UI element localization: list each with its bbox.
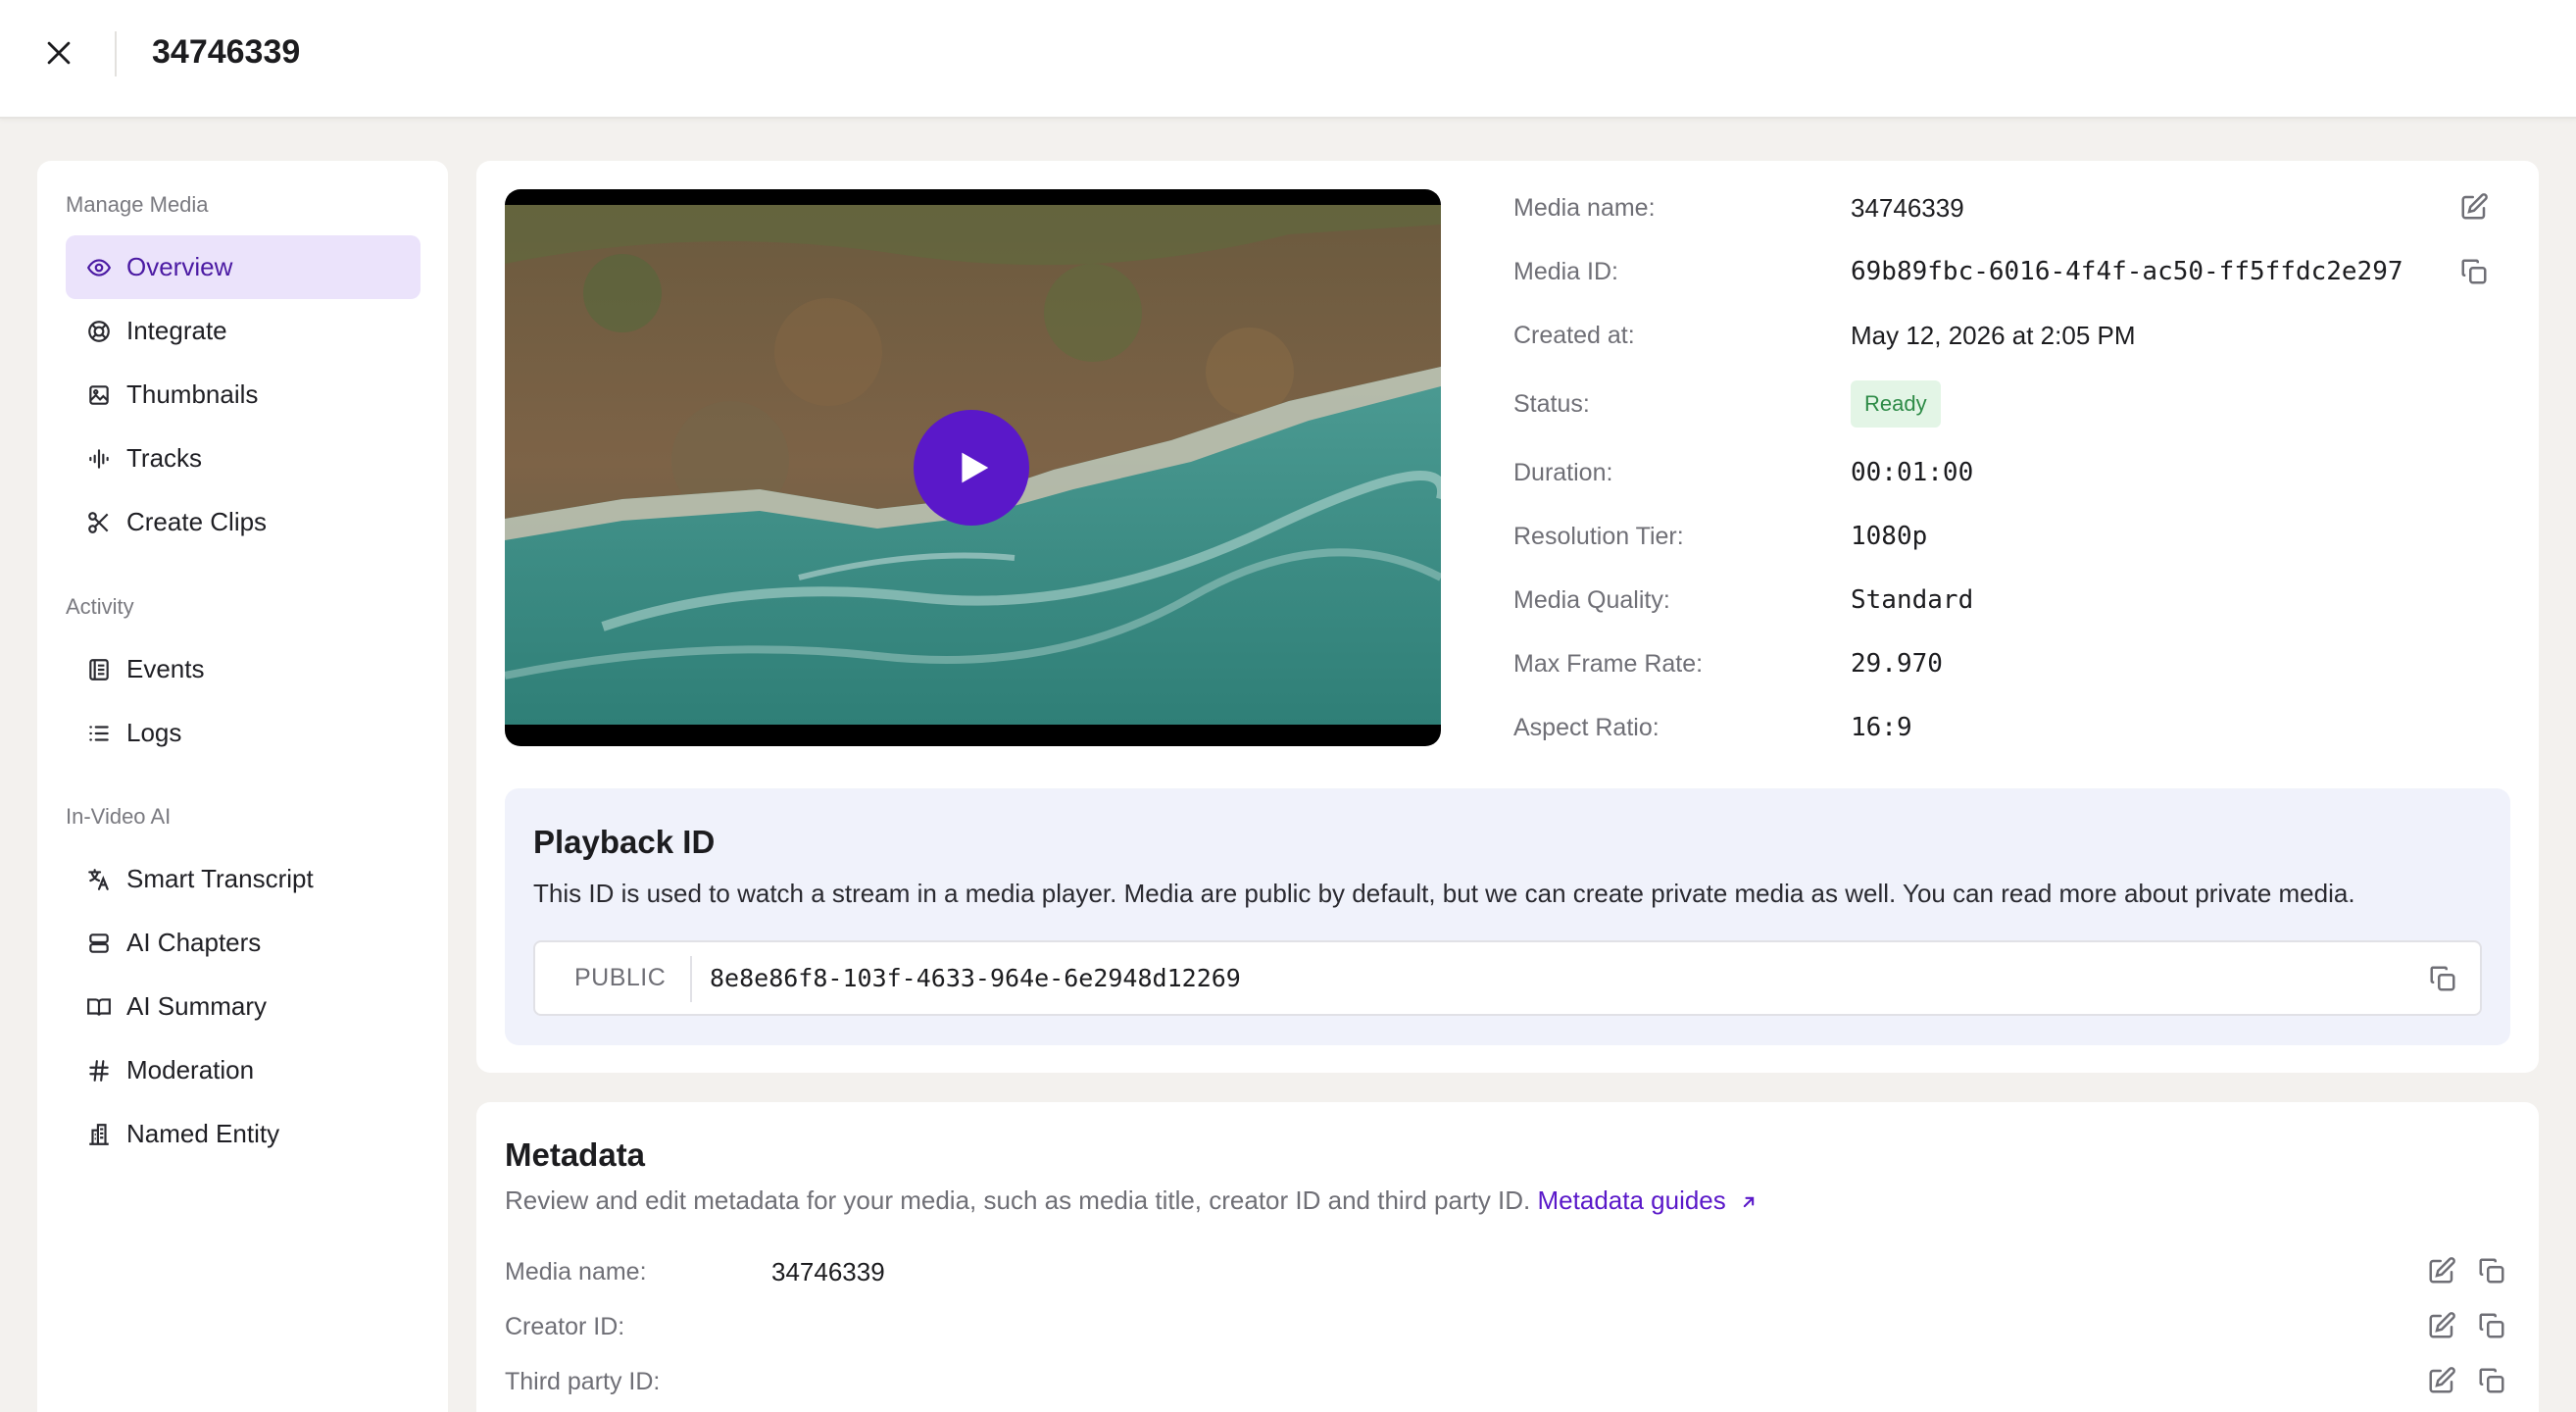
play-button[interactable] bbox=[914, 410, 1029, 526]
playback-id-value[interactable]: 8e8e86f8-103f-4633-964e-6e2948d12269 bbox=[710, 964, 1241, 992]
created-at-value: May 12, 2026 at 2:05 PM bbox=[1851, 321, 2136, 350]
copy-playback-id-button[interactable] bbox=[2425, 961, 2460, 996]
book-icon bbox=[85, 993, 113, 1021]
edit-media-name-button[interactable] bbox=[2456, 189, 2492, 225]
duration-label: Duration: bbox=[1513, 459, 1613, 486]
sidebar-item-thumbnails[interactable]: Thumbnails bbox=[66, 363, 421, 427]
metadata-title: Metadata bbox=[505, 1136, 646, 1173]
edit-creator-id-button[interactable] bbox=[2424, 1308, 2459, 1343]
sidebar-item-label: Events bbox=[126, 654, 205, 683]
external-arrow-icon bbox=[1743, 1196, 1755, 1208]
sidebar-item-named-entity[interactable]: Named Entity bbox=[66, 1102, 421, 1166]
sidebar-item-label: AI Chapters bbox=[126, 928, 262, 957]
sidebar: Manage Media Overview Integrate Thumbnai… bbox=[37, 161, 448, 1412]
sidebar-item-moderation[interactable]: Moderation bbox=[66, 1038, 421, 1102]
sidebar-item-label: Integrate bbox=[126, 316, 227, 345]
resolution-tier-label: Resolution Tier: bbox=[1513, 523, 1684, 550]
sidebar-item-ai-summary[interactable]: AI Summary bbox=[66, 975, 421, 1038]
section-label-in-video-ai: In-Video AI bbox=[66, 804, 172, 829]
sidebar-item-label: Logs bbox=[126, 718, 182, 747]
metadata-description: Review and edit metadata for your media,… bbox=[505, 1185, 1759, 1216]
copy-icon bbox=[2430, 966, 2455, 991]
hash-icon bbox=[85, 1057, 113, 1084]
sidebar-item-create-clips[interactable]: Create Clips bbox=[66, 490, 421, 554]
metadata-third-party-id-label: Third party ID: bbox=[505, 1368, 661, 1395]
edit-icon bbox=[2429, 1367, 2455, 1393]
playback-id-field: PUBLIC 8e8e86f8-103f-4633-964e-6e2948d12… bbox=[533, 940, 2482, 1016]
metadata-guides-link-label: Metadata guides bbox=[1537, 1185, 1726, 1215]
edit-metadata-media-name-button[interactable] bbox=[2424, 1253, 2459, 1288]
playback-id-title: Playback ID bbox=[533, 824, 716, 860]
status-badge: Ready bbox=[1851, 380, 1941, 428]
sidebar-item-label: Tracks bbox=[126, 443, 203, 473]
translate-icon bbox=[85, 866, 113, 893]
media-quality-value: Standard bbox=[1851, 585, 1974, 615]
copy-media-id-button[interactable] bbox=[2456, 254, 2492, 289]
playback-policy-label: PUBLIC bbox=[574, 964, 667, 991]
metadata-guides-link[interactable]: Metadata guides bbox=[1538, 1185, 1759, 1215]
copy-icon bbox=[2479, 1258, 2504, 1284]
section-label-manage-media: Manage Media bbox=[66, 192, 209, 217]
sidebar-item-label: Overview bbox=[126, 252, 233, 281]
copy-icon bbox=[2479, 1313, 2504, 1338]
sidebar-item-label: Named Entity bbox=[126, 1119, 280, 1148]
playback-id-description: This ID is used to watch a stream in a m… bbox=[533, 879, 2355, 908]
media-name-label: Media name: bbox=[1513, 194, 1656, 222]
ledger-icon bbox=[85, 656, 113, 683]
edit-icon bbox=[2429, 1312, 2455, 1338]
copy-creator-id-button[interactable] bbox=[2474, 1308, 2509, 1343]
eye-icon bbox=[85, 254, 113, 281]
scissors-icon bbox=[85, 509, 113, 536]
sidebar-item-smart-transcript[interactable]: Smart Transcript bbox=[66, 847, 421, 911]
copy-icon bbox=[2479, 1368, 2504, 1393]
page-title: 34746339 bbox=[152, 33, 301, 71]
metadata-description-text: Review and edit metadata for your media,… bbox=[505, 1185, 1531, 1215]
building-icon bbox=[85, 1121, 113, 1148]
sidebar-item-overview[interactable]: Overview bbox=[66, 235, 421, 299]
edit-icon bbox=[2429, 1257, 2455, 1284]
sidebar-item-label: Moderation bbox=[126, 1055, 255, 1084]
play-icon bbox=[962, 452, 989, 483]
copy-third-party-id-button[interactable] bbox=[2474, 1363, 2509, 1398]
sidebar-item-label: AI Summary bbox=[126, 991, 268, 1021]
sidebar-item-label: Create Clips bbox=[126, 507, 268, 536]
edit-third-party-id-button[interactable] bbox=[2424, 1363, 2459, 1398]
lifebuoy-icon bbox=[85, 318, 113, 345]
close-icon bbox=[47, 41, 71, 65]
close-button[interactable] bbox=[35, 29, 82, 76]
stack-icon bbox=[85, 930, 113, 957]
aspect-ratio-label: Aspect Ratio: bbox=[1513, 714, 1660, 741]
sidebar-item-integrate[interactable]: Integrate bbox=[66, 299, 421, 363]
sidebar-item-ai-chapters[interactable]: AI Chapters bbox=[66, 911, 421, 975]
media-name-value: 34746339 bbox=[1851, 193, 1964, 223]
media-id-value: 69b89fbc-6016-4f4f-ac50-ff5ffdc2e297 bbox=[1851, 257, 2403, 286]
sidebar-item-logs[interactable]: Logs bbox=[66, 701, 421, 765]
sidebar-item-events[interactable]: Events bbox=[66, 637, 421, 701]
section-label-activity: Activity bbox=[66, 594, 134, 619]
sidebar-item-label: Smart Transcript bbox=[126, 864, 314, 893]
media-quality-label: Media Quality: bbox=[1513, 586, 1670, 614]
sidebar-item-label: Thumbnails bbox=[126, 379, 259, 409]
playback-field-divider bbox=[690, 956, 692, 1002]
max-frame-rate-value: 29.970 bbox=[1851, 649, 1943, 679]
resolution-tier-value: 1080p bbox=[1851, 522, 1928, 551]
header-divider bbox=[115, 31, 117, 76]
image-icon bbox=[85, 381, 113, 409]
top-bar: 34746339 bbox=[0, 0, 2576, 119]
edit-icon bbox=[2461, 193, 2488, 220]
copy-metadata-media-name-button[interactable] bbox=[2474, 1253, 2509, 1288]
status-label: Status: bbox=[1513, 390, 1590, 418]
duration-value: 00:01:00 bbox=[1851, 458, 1974, 487]
aspect-ratio-value: 16:9 bbox=[1851, 713, 1912, 742]
media-id-label: Media ID: bbox=[1513, 258, 1618, 285]
sidebar-item-tracks[interactable]: Tracks bbox=[66, 427, 421, 490]
created-at-label: Created at: bbox=[1513, 322, 1635, 349]
max-frame-rate-label: Max Frame Rate: bbox=[1513, 650, 1704, 678]
metadata-media-name-value: 34746339 bbox=[771, 1257, 885, 1286]
metadata-media-name-label: Media name: bbox=[505, 1258, 647, 1286]
copy-icon bbox=[2461, 259, 2487, 284]
metadata-creator-id-label: Creator ID: bbox=[505, 1313, 625, 1340]
list-icon bbox=[85, 720, 113, 747]
audio-waveform-icon bbox=[85, 445, 113, 473]
